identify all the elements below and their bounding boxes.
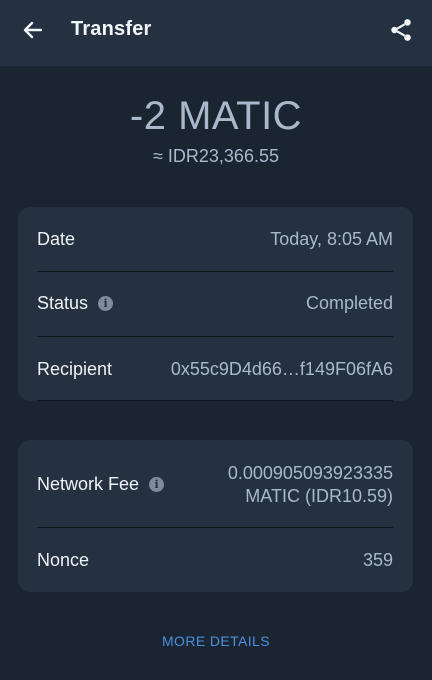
more-details-button[interactable]: MORE DETAILS (0, 633, 432, 649)
recipient-label: Recipient (37, 359, 113, 379)
details-card: Date Today, 8:05 AM Status i Completed R… (18, 207, 413, 401)
arrow-left-icon (23, 21, 43, 39)
date-label: Date (37, 229, 76, 249)
network-fee-fiat: MATIC (IDR10.59) (245, 486, 393, 506)
info-icon[interactable]: i (98, 296, 114, 311)
network-fee-row: Network Fee i 0.000905093923335 MATIC (I… (18, 440, 413, 527)
info-icon[interactable]: i (149, 477, 165, 492)
nonce-label: Nonce (37, 550, 90, 570)
network-fee-label: Network Fee (37, 474, 140, 494)
date-row: Date Today, 8:05 AM (18, 207, 413, 271)
date-value: Today, 8:05 AM (270, 229, 393, 249)
status-label: Status (37, 293, 89, 313)
share-icon (391, 19, 411, 41)
recipient-address[interactable]: 0x55c9D4d66…f149F06fA6 (171, 359, 393, 380)
top-app-bar: Transfer (0, 0, 432, 66)
nonce-row: Nonce 359 (18, 528, 413, 592)
status-value: Completed (305, 293, 393, 313)
fee-card: Network Fee i 0.000905093923335 MATIC (I… (18, 440, 413, 592)
network-fee-amount: 0.000905093923335 (227, 463, 393, 483)
back-button[interactable] (18, 15, 48, 45)
status-row: Status i Completed (18, 272, 413, 336)
network-fee-value: 0.000905093923335 MATIC (IDR10.59) (228, 462, 393, 508)
page-title: Transfer (71, 18, 152, 40)
share-button[interactable] (386, 15, 416, 45)
divider (37, 400, 393, 401)
network-fee-label-group: Network Fee i (37, 474, 165, 495)
transfer-amount: -2 MATIC (129, 94, 303, 138)
nonce-value: 359 (362, 550, 393, 570)
fiat-equivalent: ≈ IDR23,366.55 (153, 146, 279, 166)
status-label-group: Status i (37, 293, 114, 314)
recipient-row[interactable]: Recipient 0x55c9D4d66…f149F06fA6 (18, 337, 413, 401)
